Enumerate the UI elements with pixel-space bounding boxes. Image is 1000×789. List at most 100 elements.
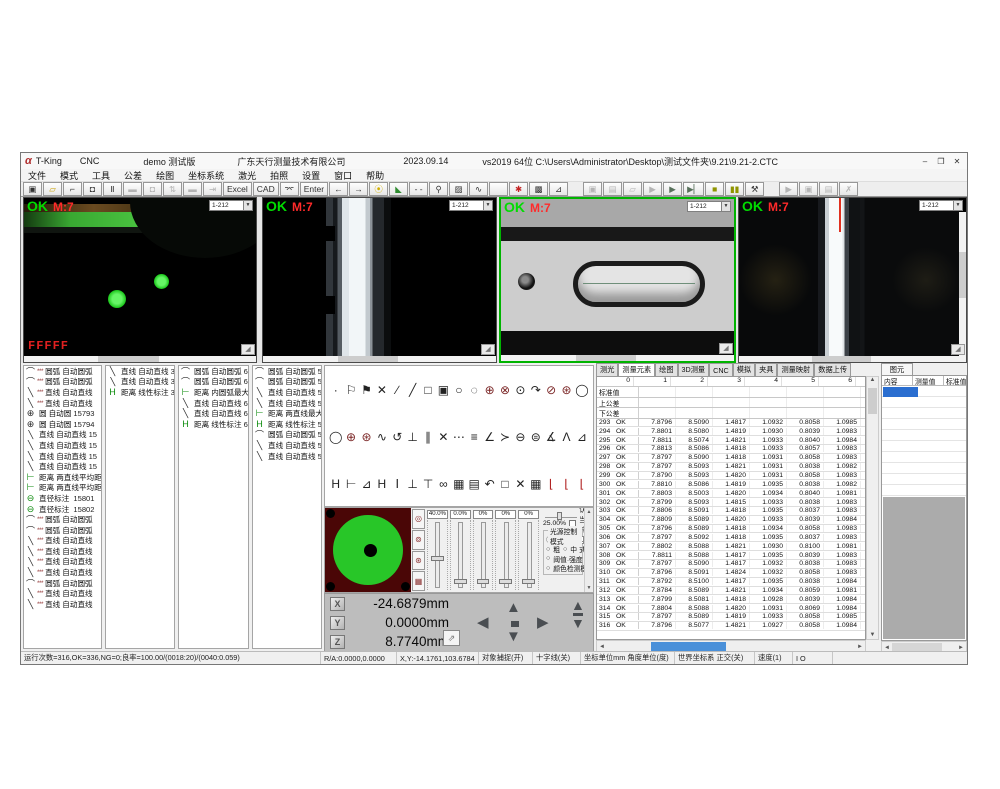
feature-item[interactable]: ╲***直线自动直线 [24,546,101,557]
chevron-down-icon[interactable]: ▼ [721,202,730,211]
light-mode-icon[interactable]: ⊛ [412,551,425,571]
light-mode-icon[interactable]: ⊚ [412,530,425,550]
palette-tool-icon[interactable]: ⊖ [513,430,528,444]
y-axis-button[interactable]: Y [330,616,345,630]
grid-column-header[interactable]: 4 [745,377,782,386]
grid-special-row[interactable]: 下公差 [597,408,865,419]
palette-tool-icon[interactable]: ◯ [574,383,589,397]
feature-item[interactable]: ╲***直线自动直线 [24,387,101,398]
toolbar-button[interactable]: ▮▮ [725,182,744,196]
palette-tool-icon[interactable]: ⊛ [559,383,574,397]
toolbar-button[interactable]: ▬ [123,182,142,196]
z-axis-button[interactable]: Z [330,635,345,649]
menu-item[interactable]: 激光 [231,169,263,182]
palette-tool-icon[interactable]: Λ [559,430,574,444]
toolbar-button[interactable]: Enter [300,182,328,196]
menu-item[interactable]: 绘图 [149,169,181,182]
palette-tool-icon[interactable]: ○ [451,383,466,397]
palette-tool-icon[interactable]: ∡ [543,430,558,444]
result-row[interactable]: 309 OK 7.8797 8.5090 1.4817 1.0932 0.803… [597,560,865,569]
camera-view-4[interactable]: OK M:7 1-212 ▼ ◢ [738,197,967,363]
element-column-header[interactable]: 标准值 [944,376,967,385]
minimize-button[interactable]: – [917,157,933,166]
result-row[interactable]: 313 OK 7.8799 8.5081 1.4818 1.0928 0.803… [597,595,865,604]
palette-tool-icon[interactable]: ⊥ [405,477,420,491]
toolbar-button[interactable]: ▣ [583,182,602,196]
toolbar-button[interactable]: ⇅ [163,182,182,196]
menu-item[interactable]: 文件 [21,169,53,182]
light-channel-slider[interactable]: 0% [473,510,494,590]
palette-tool-icon[interactable]: Ⅰ [390,477,405,491]
toolbar-button[interactable]: CAD [253,182,279,196]
palette-tool-icon[interactable]: ╱ [405,383,420,397]
feature-item[interactable]: ⊖直径标注15802 [24,504,101,515]
z-jog-arrows[interactable]: ▲▼ [571,599,585,630]
grid-special-row[interactable]: 上公差 [597,398,865,409]
menu-item[interactable]: 工具 [85,169,117,182]
palette-tool-icon[interactable]: ≡ [467,430,482,444]
toolbar-button[interactable]: ⦿ [369,182,388,196]
selected-cell[interactable] [883,387,918,397]
toolbar-button[interactable]: ✱ [509,182,528,196]
menu-item[interactable]: 设置 [295,169,327,182]
toolbar-button[interactable]: ✗ [839,182,858,196]
toolbar-button[interactable]: - - [409,182,428,196]
resize-handle-icon[interactable]: ◢ [719,343,733,354]
element-grid[interactable]: 内容测量值标准值 [881,375,967,641]
palette-tool-icon[interactable]: ↺ [390,430,405,444]
toolbar-button[interactable]: ← [329,182,348,196]
palette-tool-icon[interactable]: ∿ [374,430,389,444]
data-tab[interactable]: 绘图 [655,363,677,376]
diagonal-move-icon[interactable]: ⇗ [443,630,460,646]
palette-tool-icon[interactable]: ◯ [328,430,343,444]
toolbar-button[interactable]: ▶ [643,182,662,196]
feature-item[interactable]: H距离线性标注34 [106,387,174,398]
toolbar-button[interactable]: ∿ [469,182,488,196]
data-tab[interactable]: 模拟 [733,363,755,376]
palette-tool-icon[interactable]: ⊥ [405,430,420,444]
feature-item[interactable]: ⌒圆弧自动圆弧5 [253,430,321,441]
toolbar-button[interactable]: Ⅱ [103,182,122,196]
camera4-range-dropdown[interactable]: 1-212 ▼ [919,200,963,211]
feature-item[interactable]: ⌒***圆弧自动圆弧 [24,525,101,536]
palette-tool-icon[interactable]: ⊕ [482,383,497,397]
grid-column-header[interactable]: 2 [671,377,708,386]
result-row[interactable]: 311 OK 7.8792 8.5100 1.4817 1.0935 0.803… [597,578,865,587]
light-channel-slider[interactable]: 0% [495,510,516,590]
radio-color-detect[interactable]: ○ [546,565,550,572]
feature-item[interactable]: ⌒圆弧自动圆弧6 [179,366,248,377]
light-channel-slider[interactable]: 0.0% [450,510,471,590]
slider-thumb[interactable] [454,579,467,584]
jog-left-icon[interactable]: ◀ [477,616,489,630]
palette-tool-icon[interactable]: ⊗ [497,383,512,397]
chevron-down-icon[interactable]: ▼ [243,201,252,210]
toolbar-button[interactable]: ⚲ [429,182,448,196]
light-mode-icon[interactable]: ▦ [412,571,425,591]
camera2-range-dropdown[interactable]: 1-212 ▼ [449,200,493,211]
light-channel-slider[interactable]: 0% [518,510,539,590]
toolbar-button[interactable]: ▶▏ [683,182,704,196]
palette-tool-icon[interactable]: ⊙ [513,383,528,397]
feature-item[interactable]: ⊕圆自动圆15794 [24,419,101,430]
maximize-button[interactable]: ❐ [933,157,949,166]
slider-thumb[interactable] [477,579,490,584]
slider-thumb[interactable] [431,556,444,561]
radio-threshold[interactable]: ○ [546,555,550,562]
data-tab[interactable]: 3D测量 [678,363,710,376]
toolbar-button[interactable]: ◣ [389,182,408,196]
chevron-down-icon[interactable]: ▼ [483,201,492,210]
feature-item[interactable]: ╲直线自动直线15 [24,451,101,462]
grid-column-header[interactable]: 6 [819,377,856,386]
result-row[interactable]: 316 OK 7.8796 8.5077 1.4821 1.0927 0.805… [597,622,865,631]
element-tab[interactable]: 图元 [881,363,913,375]
result-row[interactable]: 300 OK 7.8810 8.5086 1.4819 1.0935 0.803… [597,480,865,489]
toolbar-button[interactable]: ⇥ [203,182,222,196]
camera-view-1[interactable]: OK M:7 FFFFF 1-212 ▼ ◢ [23,197,257,363]
palette-tool-icon[interactable]: ↶ [482,477,497,491]
light-mode-icon[interactable]: ◎ [412,509,425,529]
feature-item[interactable]: ╲直线自动直线3 [106,377,174,388]
data-tab[interactable]: 测光 [596,363,618,376]
feature-item[interactable]: ⊢距离两直线平均距 [24,483,101,494]
feature-item[interactable]: ⊢距离内圆弧最大距 [179,387,248,398]
feature-item[interactable]: ⌒***圆弧自动圆弧 [24,578,101,589]
